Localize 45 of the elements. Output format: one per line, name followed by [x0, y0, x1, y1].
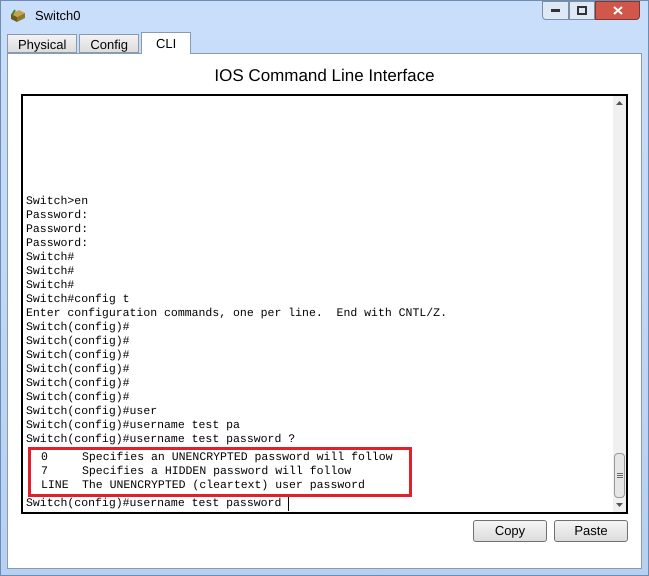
terminal-line: Enter configuration commands, one per line. End with CNTL/Z.	[26, 306, 448, 320]
action-button[interactable]: Paste	[554, 520, 628, 542]
terminal-line: Switch#config t	[26, 292, 131, 306]
terminal-line: Switch(config)#username test password ?	[26, 432, 296, 446]
command-prompt: Switch(config)#username test password	[26, 496, 282, 510]
scroll-down-icon	[616, 502, 623, 506]
option-code: 0	[41, 450, 49, 464]
option-description: Specifies a HIDDEN password will follow	[82, 464, 352, 478]
terminal-line: Switch(config)#	[26, 362, 131, 376]
terminal-line: Switch(config)#	[26, 376, 131, 390]
tab[interactable]: CLI	[141, 32, 192, 54]
terminal-line: Switch#	[26, 278, 76, 292]
terminal-line: Switch(config)#username test pa	[26, 418, 241, 432]
action-button[interactable]: Copy	[473, 520, 547, 542]
scrollbar-thumb[interactable]	[614, 452, 625, 498]
close-button[interactable]	[595, 1, 640, 20]
terminal-line: Switch(config)#	[26, 390, 131, 404]
option-description: The UNENCRYPTED (cleartext) user password	[82, 478, 365, 492]
switch-icon	[9, 8, 27, 24]
terminal-line: Switch#	[26, 250, 76, 264]
scroll-up-icon	[616, 100, 623, 104]
option-description: Specifies an UNENCRYPTED password will follow	[82, 450, 393, 464]
maximize-icon	[577, 6, 587, 15]
terminal-line: Password:	[26, 222, 90, 236]
option-code: LINE	[41, 478, 70, 492]
terminal-line: Switch(config)#	[26, 320, 131, 334]
minimize-button[interactable]	[542, 1, 569, 20]
tab[interactable]: Physical	[7, 34, 78, 53]
window-title: Switch0	[35, 7, 81, 26]
text-cursor	[288, 496, 290, 510]
panel-heading: IOS Command Line Interface	[213, 65, 436, 87]
scrollbar[interactable]	[613, 96, 626, 512]
terminal-line: Password:	[26, 236, 90, 250]
terminal-line: Switch>en	[26, 194, 90, 208]
close-icon	[612, 6, 622, 15]
terminal-line: Switch(config)#	[26, 348, 131, 362]
terminal-line: Password:	[26, 208, 90, 222]
grip-icon	[616, 472, 622, 478]
maximize-button[interactable]	[569, 1, 595, 20]
terminal-line: Switch(config)#user	[26, 404, 158, 418]
minimize-icon	[551, 9, 560, 12]
terminal-line: Switch#	[26, 264, 76, 278]
option-code: 7	[41, 464, 49, 478]
tab[interactable]: Config	[79, 34, 139, 53]
terminal-line: Switch(config)#	[26, 334, 131, 348]
